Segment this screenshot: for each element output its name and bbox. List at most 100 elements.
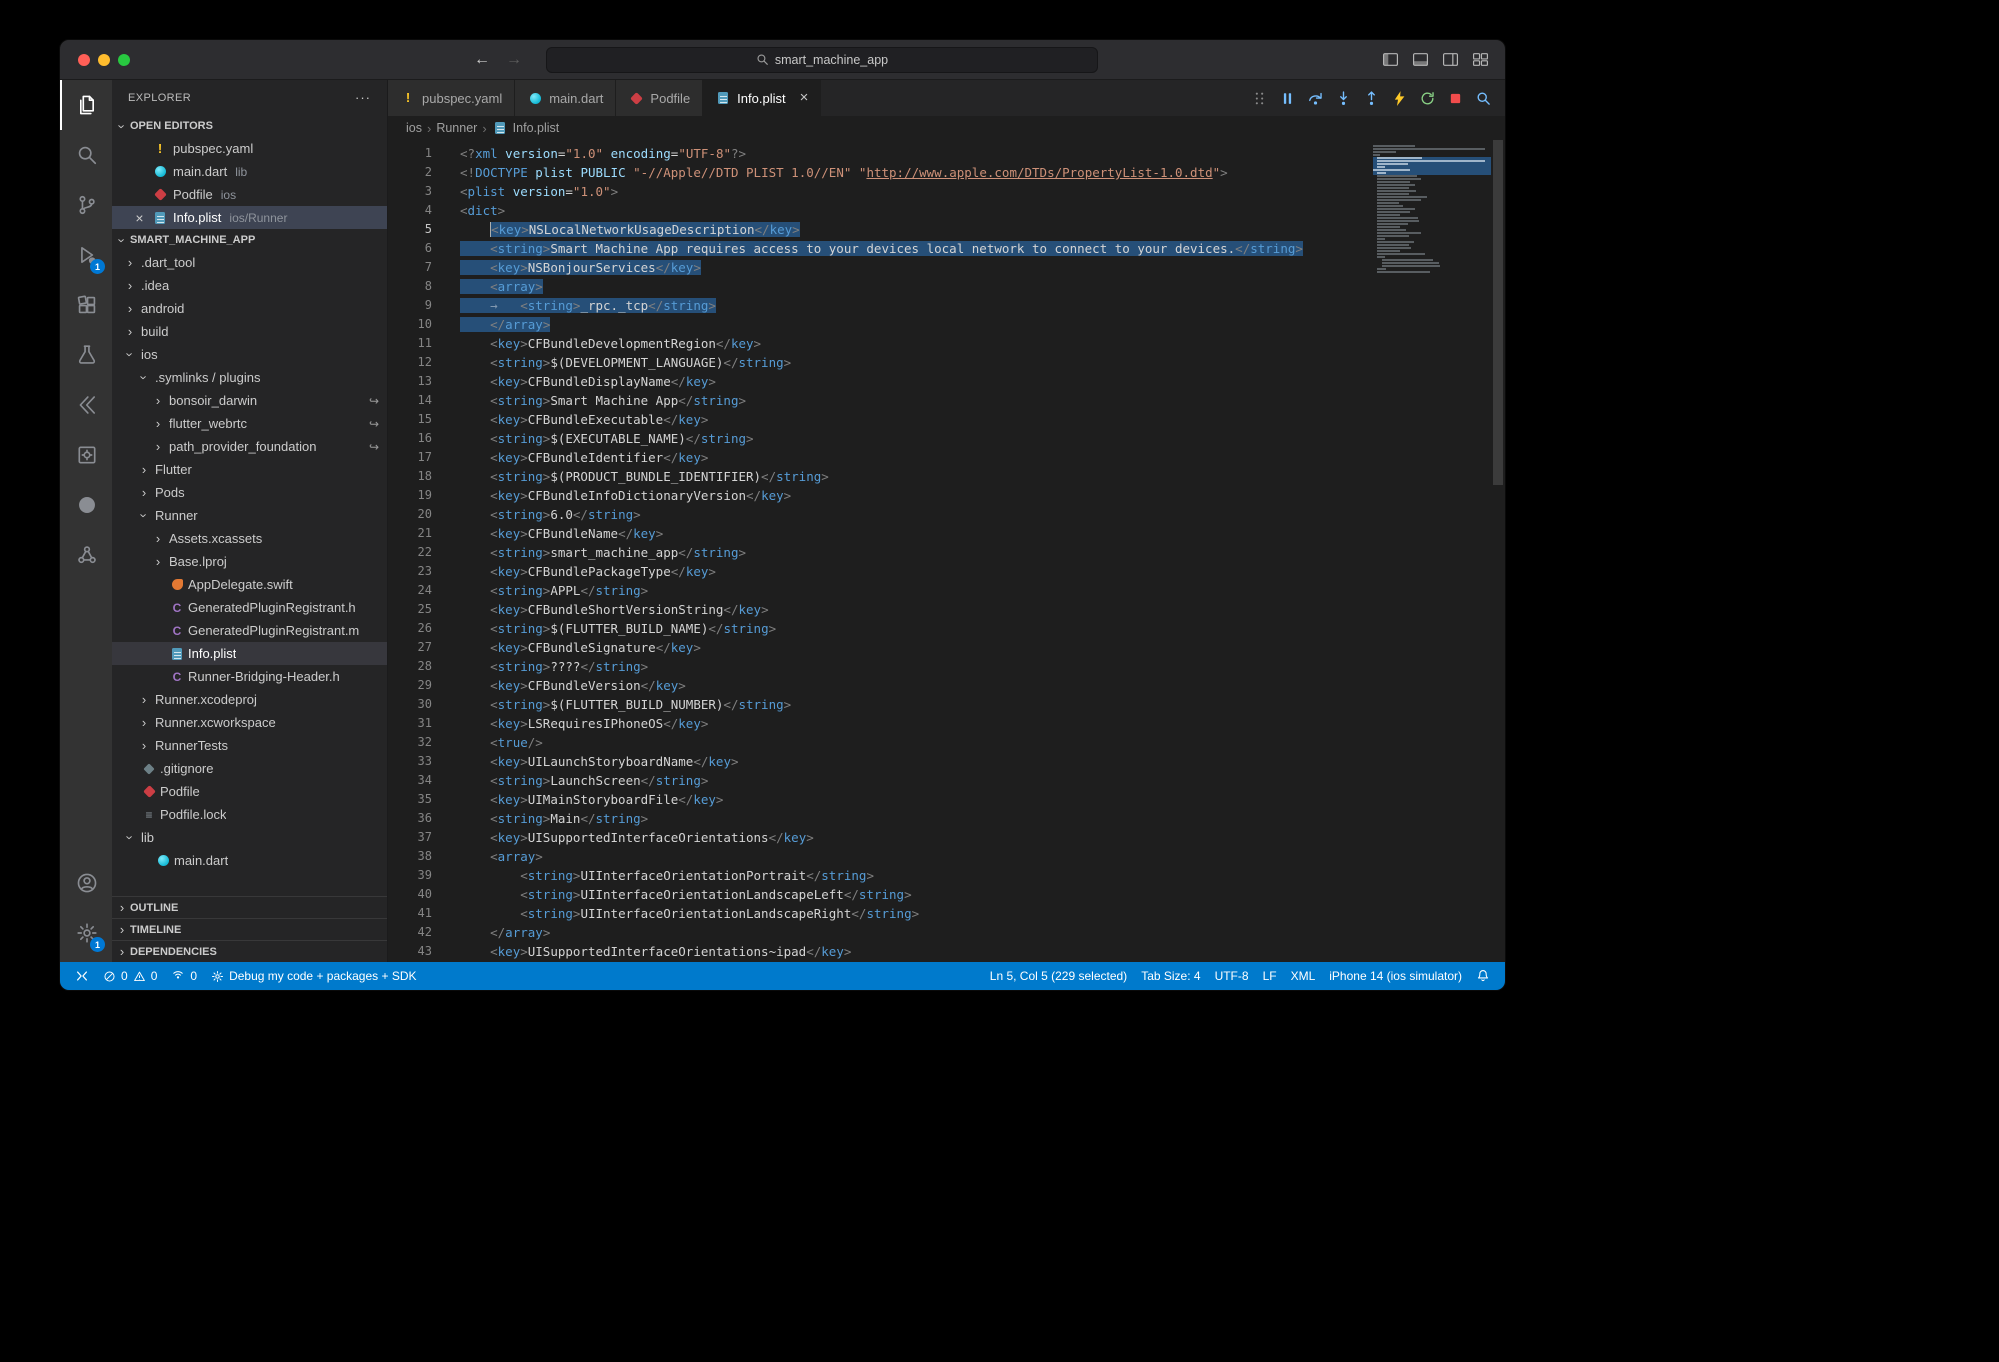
close-editor-icon[interactable]: × [132, 211, 147, 225]
close-tab-icon[interactable]: × [800, 91, 809, 105]
toggle-panel-icon[interactable] [1412, 51, 1429, 68]
code-line[interactable]: 23 <key>CFBundlePackageType</key> [388, 562, 1371, 581]
line-number[interactable]: 35 [388, 790, 432, 809]
code-line[interactable]: 21 <key>CFBundleName</key> [388, 524, 1371, 543]
code-line[interactable]: 15 <key>CFBundleExecutable</key> [388, 410, 1371, 429]
tree-item[interactable]: ›Runner [112, 504, 387, 527]
code-line[interactable]: 27 <key>CFBundleSignature</key> [388, 638, 1371, 657]
code-line[interactable]: 32 <true/> [388, 733, 1371, 752]
code-line[interactable]: 43 <key>UISupportedInterfaceOrientations… [388, 942, 1371, 961]
code-line[interactable]: 19 <key>CFBundleInfoDictionaryVersion</k… [388, 486, 1371, 505]
run-debug-button[interactable]: 1 [60, 230, 112, 280]
line-number[interactable]: 5 [388, 220, 432, 239]
tree-item[interactable]: ›build [112, 320, 387, 343]
code-line[interactable]: 11 <key>CFBundleDevelopmentRegion</key> [388, 334, 1371, 353]
section-dependencies[interactable]: ›DEPENDENCIES [112, 940, 387, 962]
line-number[interactable]: 16 [388, 429, 432, 448]
code-line[interactable]: 35 <key>UIMainStoryboardFile</key> [388, 790, 1371, 809]
breadcrumb-item-runner[interactable]: Runner [436, 121, 477, 135]
line-number[interactable]: 38 [388, 847, 432, 866]
tree-item[interactable]: ›Base.lproj [112, 550, 387, 573]
toggle-sidebar-icon[interactable] [1382, 51, 1399, 68]
ports-indicator[interactable]: 0 [164, 962, 204, 990]
flutter-button[interactable] [60, 380, 112, 430]
debug-config-selector[interactable]: Debug my code + packages + SDK [204, 962, 423, 990]
code-line[interactable]: 3<plist version="1.0"> [388, 182, 1371, 201]
step-over-button[interactable] [1303, 86, 1327, 110]
tree-item[interactable]: .gitignore [112, 757, 387, 780]
line-number[interactable]: 3 [388, 182, 432, 201]
line-number[interactable]: 12 [388, 353, 432, 372]
code-line[interactable]: 8 <array> [388, 277, 1371, 296]
code-line[interactable]: 24 <string>APPL</string> [388, 581, 1371, 600]
stop-button[interactable] [1443, 86, 1467, 110]
organization-button[interactable] [60, 530, 112, 580]
line-number[interactable]: 21 [388, 524, 432, 543]
section-timeline[interactable]: ›TIMELINE [112, 918, 387, 940]
breadcrumb-item-ios[interactable]: ios [406, 121, 422, 135]
tree-item[interactable]: ›ios [112, 343, 387, 366]
line-number[interactable]: 20 [388, 505, 432, 524]
tab-podfile[interactable]: Podfile [616, 80, 703, 116]
code-line[interactable]: 13 <key>CFBundleDisplayName</key> [388, 372, 1371, 391]
line-number[interactable]: 7 [388, 258, 432, 277]
section-outline[interactable]: ›OUTLINE [112, 896, 387, 918]
command-center-search[interactable]: smart_machine_app [546, 47, 1098, 73]
tree-item[interactable]: ›Assets.xcassets [112, 527, 387, 550]
line-number[interactable]: 6 [388, 239, 432, 258]
code-line[interactable]: 25 <key>CFBundleShortVersionString</key> [388, 600, 1371, 619]
tree-item[interactable]: ›android [112, 297, 387, 320]
line-number[interactable]: 9 [388, 296, 432, 315]
line-number[interactable]: 22 [388, 543, 432, 562]
line-number[interactable]: 39 [388, 866, 432, 885]
open-editor-item[interactable]: main.dartlib [112, 160, 387, 183]
code-line[interactable]: 38 <array> [388, 847, 1371, 866]
code-line[interactable]: 41 <string>UIInterfaceOrientationLandsca… [388, 904, 1371, 923]
tree-item[interactable]: ›.symlinks / plugins [112, 366, 387, 389]
tree-item[interactable]: ›flutter_webrtc↪ [112, 412, 387, 435]
line-number[interactable]: 40 [388, 885, 432, 904]
code-line[interactable]: 6 <string>Smart Machine App requires acc… [388, 239, 1371, 258]
tree-item[interactable]: Info.plist [112, 642, 387, 665]
tree-item[interactable]: ›.dart_tool [112, 251, 387, 274]
code-line[interactable]: 1<?xml version="1.0" encoding="UTF-8"?> [388, 144, 1371, 163]
line-number[interactable]: 30 [388, 695, 432, 714]
line-number[interactable]: 10 [388, 315, 432, 334]
code-line[interactable]: 36 <string>Main</string> [388, 809, 1371, 828]
step-into-button[interactable] [1331, 86, 1355, 110]
line-number[interactable]: 4 [388, 201, 432, 220]
hot-reload-button[interactable] [1387, 86, 1411, 110]
code-line[interactable]: 22 <string>smart_machine_app</string> [388, 543, 1371, 562]
tree-item[interactable]: ›.idea [112, 274, 387, 297]
devtools-button[interactable] [60, 430, 112, 480]
code-line[interactable]: 9 → <string>_rpc._tcp</string> [388, 296, 1371, 315]
code-line[interactable]: 34 <string>LaunchScreen</string> [388, 771, 1371, 790]
line-number[interactable]: 31 [388, 714, 432, 733]
code-line[interactable]: 28 <string>????</string> [388, 657, 1371, 676]
code-line[interactable]: 39 <string>UIInterfaceOrientationPortrai… [388, 866, 1371, 885]
code-line[interactable]: 12 <string>$(DEVELOPMENT_LANGUAGE)</stri… [388, 353, 1371, 372]
language-mode-indicator[interactable]: XML [1284, 969, 1323, 983]
views-more-actions-icon[interactable]: ··· [355, 90, 371, 105]
code-line[interactable]: 33 <key>UILaunchStoryboardName</key> [388, 752, 1371, 771]
settings-button[interactable]: 1 [60, 908, 112, 958]
open-editor-item[interactable]: Podfileios [112, 183, 387, 206]
accounts-button[interactable] [60, 858, 112, 908]
tree-item[interactable]: ›path_provider_foundation↪ [112, 435, 387, 458]
code-line[interactable]: 14 <string>Smart Machine App</string> [388, 391, 1371, 410]
tab-main-dart[interactable]: main.dart [515, 80, 616, 116]
code-line[interactable]: 30 <string>$(FLUTTER_BUILD_NUMBER)</stri… [388, 695, 1371, 714]
line-number[interactable]: 24 [388, 581, 432, 600]
line-number[interactable]: 19 [388, 486, 432, 505]
remote-indicator[interactable] [68, 962, 96, 990]
code-line[interactable]: 18 <string>$(PRODUCT_BUNDLE_IDENTIFIER)<… [388, 467, 1371, 486]
toggle-secondary-sidebar-icon[interactable] [1442, 51, 1459, 68]
tree-item[interactable]: CGeneratedPluginRegistrant.h [112, 596, 387, 619]
code-line[interactable]: 29 <key>CFBundleVersion</key> [388, 676, 1371, 695]
code-area[interactable]: 1<?xml version="1.0" encoding="UTF-8"?> 2… [388, 140, 1371, 962]
tree-item[interactable]: ›Runner.xcodeproj [112, 688, 387, 711]
close-window-button[interactable] [78, 54, 90, 66]
code-line[interactable]: 5 <key>NSLocalNetworkUsageDescription</k… [388, 220, 1371, 239]
line-number[interactable]: 11 [388, 334, 432, 353]
pause-button[interactable] [1275, 86, 1299, 110]
